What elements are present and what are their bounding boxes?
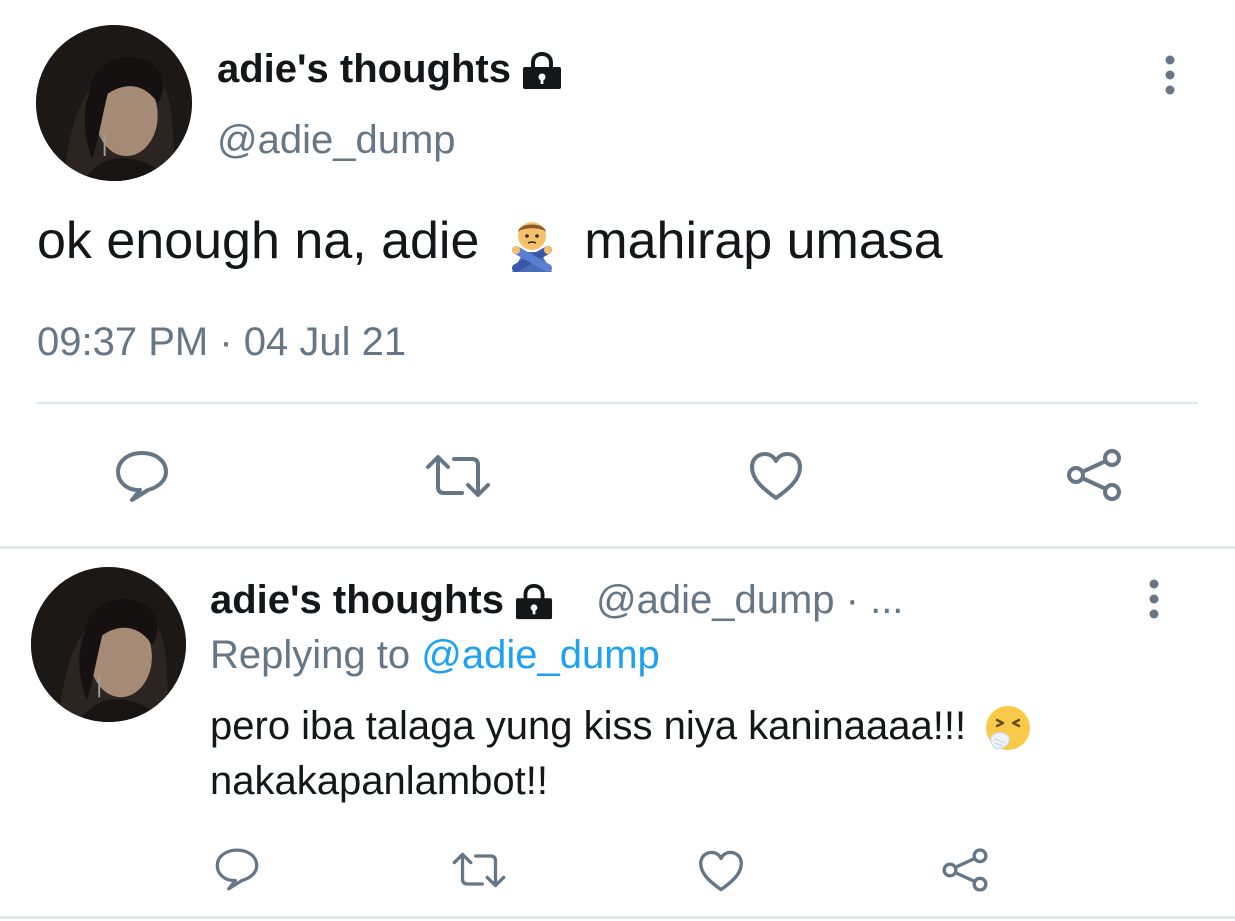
reply-text-line2: nakakapanlambot!! <box>210 759 549 803</box>
bottom-divider <box>0 916 1235 919</box>
heart-icon <box>750 452 802 500</box>
reply-display-name-text: adie's thoughts <box>210 578 504 622</box>
reply-icon <box>116 451 168 502</box>
tweet-thread: adie's thoughts @adie_dump ok enough na,… <box>0 0 1235 921</box>
timestamp[interactable]: 09:37 PM · 04 Jul 21 <box>37 318 406 366</box>
sneezing-face-emoji <box>983 703 1033 753</box>
tweet-text-before: ok enough na, adie <box>37 212 480 270</box>
heart-icon <box>698 850 743 892</box>
more-options-icon[interactable] <box>1156 54 1184 96</box>
share-button[interactable] <box>1064 447 1124 503</box>
reply-handle-meta[interactable]: @adie_dump · ... <box>596 576 903 624</box>
replying-to-label: Replying to <box>210 633 411 677</box>
lock-icon <box>519 51 565 91</box>
retweet-icon <box>426 455 490 497</box>
tweet-text: ok enough na, adie mahirap umasa <box>37 210 943 273</box>
avatar[interactable] <box>36 25 192 181</box>
retweet-icon <box>452 852 506 888</box>
display-name-text: adie's thoughts <box>217 47 511 91</box>
reply-more-options-icon[interactable] <box>1140 578 1168 620</box>
reply-icon <box>215 848 259 891</box>
retweet-button[interactable] <box>424 453 492 499</box>
reply-button[interactable] <box>114 449 170 503</box>
like-button[interactable] <box>748 450 804 502</box>
reply-share-button[interactable] <box>940 846 990 894</box>
reply-avatar[interactable] <box>31 567 186 722</box>
lock-icon <box>512 583 556 621</box>
reply-text-line1: pero iba talaga yung kiss niya kaninaaaa… <box>210 702 1033 753</box>
reply-display-name[interactable]: adie's thoughts <box>210 576 556 624</box>
replying-to: Replying to @adie_dump <box>210 631 660 679</box>
divider <box>36 402 1198 404</box>
section-divider <box>0 546 1235 549</box>
display-name[interactable]: adie's thoughts <box>217 44 565 94</box>
person-gesturing-no-emoji <box>504 216 560 273</box>
reply-retweet-button[interactable] <box>451 851 507 889</box>
share-icon <box>1067 449 1121 501</box>
reply-text: pero iba talaga yung kiss niya kaninaaaa… <box>210 704 967 748</box>
replying-to-handle-link[interactable]: @adie_dump <box>421 633 660 677</box>
tweet-text-after: mahirap umasa <box>584 212 943 270</box>
share-icon <box>942 848 988 892</box>
handle[interactable]: @adie_dump <box>217 115 456 165</box>
reply-like-button[interactable] <box>697 849 745 893</box>
reply-reply-button[interactable] <box>214 846 260 892</box>
